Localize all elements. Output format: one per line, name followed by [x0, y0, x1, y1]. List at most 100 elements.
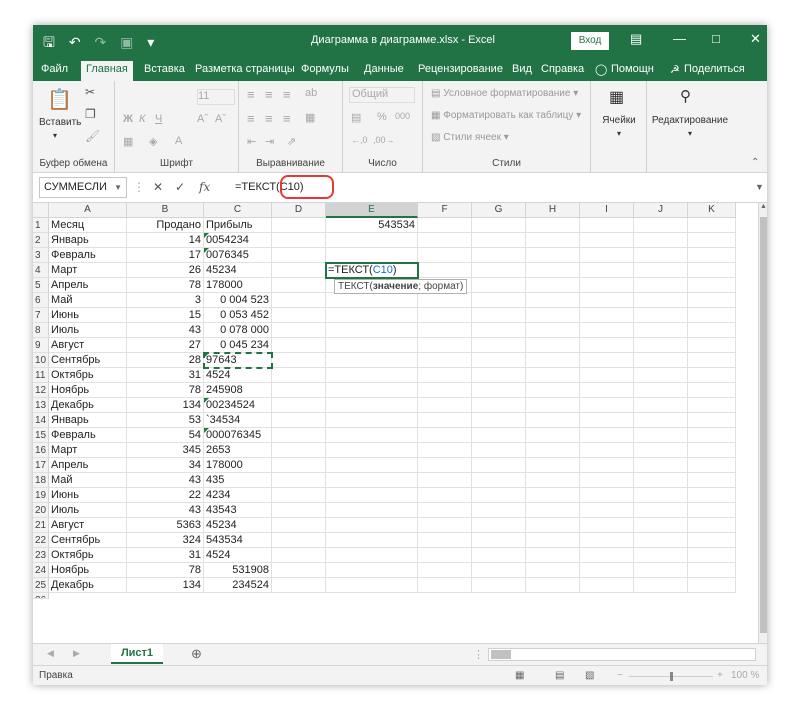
cell[interactable]	[272, 338, 326, 353]
cell[interactable]	[634, 248, 688, 263]
cell[interactable]: 4524	[204, 368, 272, 383]
row-header[interactable]: 5	[33, 278, 49, 293]
column-header-c[interactable]: C	[204, 203, 272, 218]
cell[interactable]: 4234	[204, 488, 272, 503]
cell[interactable]	[634, 563, 688, 578]
cell[interactable]	[418, 233, 472, 248]
cell[interactable]	[272, 458, 326, 473]
underline-icon[interactable]: Ч	[155, 113, 162, 125]
zoom-level[interactable]: 100 %	[731, 666, 759, 685]
cell[interactable]	[472, 293, 526, 308]
cell[interactable]	[272, 233, 326, 248]
cell[interactable]	[472, 428, 526, 443]
cell[interactable]	[580, 533, 634, 548]
indent-decrease-icon[interactable]: ⇤	[247, 135, 256, 148]
conditional-formatting-button[interactable]: ▤ Условное форматирование ▾	[431, 88, 578, 99]
cell[interactable]: 345	[127, 443, 204, 458]
cell[interactable]	[580, 218, 634, 233]
cell[interactable]	[272, 248, 326, 263]
cell[interactable]	[272, 503, 326, 518]
ribbon-display-icon[interactable]: ▤	[630, 31, 642, 47]
thousands-icon[interactable]: 000	[395, 111, 410, 121]
cell[interactable]	[526, 533, 580, 548]
cell[interactable]	[580, 338, 634, 353]
cell[interactable]: Май	[49, 473, 127, 488]
redo-icon[interactable]: ↷	[94, 34, 106, 50]
cell[interactable]: Октябрь	[49, 368, 127, 383]
cell[interactable]: 45234	[204, 263, 272, 278]
cells-icon[interactable]: ▦	[609, 87, 624, 107]
indent-increase-icon[interactable]: ⇥	[265, 135, 274, 148]
cell[interactable]	[326, 323, 418, 338]
cell[interactable]: 324	[127, 533, 204, 548]
cell[interactable]: 34	[127, 458, 204, 473]
cell[interactable]	[634, 428, 688, 443]
cell[interactable]	[418, 398, 472, 413]
tab-help[interactable]: Справка	[541, 63, 584, 75]
collapse-ribbon-icon[interactable]: ⌃	[751, 157, 759, 168]
cell[interactable]: 000076345	[204, 428, 272, 443]
zoom-out-icon[interactable]: −	[617, 666, 623, 685]
cell[interactable]: 22	[127, 488, 204, 503]
cell[interactable]	[418, 293, 472, 308]
cancel-icon[interactable]: ✕	[153, 180, 163, 194]
cell[interactable]: 43	[127, 503, 204, 518]
column-header-i[interactable]: I	[580, 203, 634, 218]
row-header[interactable]: 11	[33, 368, 49, 383]
cell[interactable]	[326, 428, 418, 443]
zoom-in-icon[interactable]: +	[717, 666, 723, 685]
cell[interactable]	[634, 233, 688, 248]
format-as-table-button[interactable]: ▦ Форматировать как таблицу ▾	[431, 110, 581, 121]
cell[interactable]: 17	[127, 248, 204, 263]
cell[interactable]	[418, 533, 472, 548]
page-break-icon[interactable]: ▧	[585, 666, 594, 685]
cell[interactable]	[326, 563, 418, 578]
cell[interactable]	[688, 368, 736, 383]
active-cell-e4[interactable]: =ТЕКСТ(C10)	[325, 262, 419, 279]
tab-insert[interactable]: Вставка	[144, 63, 185, 75]
increase-font-icon[interactable]: Aˆ	[197, 113, 208, 125]
cell[interactable]: Август	[49, 338, 127, 353]
sheet-tab[interactable]: Лист1	[111, 644, 163, 664]
column-header-e[interactable]: E	[326, 203, 418, 218]
cell[interactable]	[418, 383, 472, 398]
cell[interactable]	[326, 578, 418, 593]
cell[interactable]	[634, 353, 688, 368]
cell[interactable]	[418, 578, 472, 593]
column-header-d[interactable]: D	[272, 203, 326, 218]
cell[interactable]: 45234	[204, 518, 272, 533]
cell[interactable]: Май	[49, 293, 127, 308]
row-header[interactable]: 6	[33, 293, 49, 308]
cell[interactable]	[634, 368, 688, 383]
name-box[interactable]: СУММЕСЛИ ▼	[39, 177, 127, 198]
cell[interactable]	[418, 308, 472, 323]
cell[interactable]	[526, 248, 580, 263]
row-header[interactable]: 24	[33, 563, 49, 578]
row-header[interactable]: 1	[33, 218, 49, 233]
cell[interactable]	[634, 398, 688, 413]
cell[interactable]: Март	[49, 263, 127, 278]
cell[interactable]	[688, 308, 736, 323]
cell[interactable]	[688, 353, 736, 368]
cell[interactable]	[634, 458, 688, 473]
tab-page-layout[interactable]: Разметка страницы	[195, 63, 295, 75]
cell[interactable]	[634, 278, 688, 293]
cell[interactable]	[580, 548, 634, 563]
cell[interactable]	[326, 503, 418, 518]
row-header[interactable]: 10	[33, 353, 49, 368]
column-header-j[interactable]: J	[634, 203, 688, 218]
row-header[interactable]: 4	[33, 263, 49, 278]
row-header[interactable]: 2	[33, 233, 49, 248]
cell[interactable]	[272, 323, 326, 338]
cell[interactable]: Апрель	[49, 278, 127, 293]
cell[interactable]	[326, 338, 418, 353]
row-header[interactable]: 26	[33, 593, 49, 599]
row-header[interactable]: 12	[33, 383, 49, 398]
paste-dropdown-icon[interactable]: ▾	[53, 131, 57, 140]
cell[interactable]: 245908	[204, 383, 272, 398]
format-painter-icon[interactable]: 🖌	[85, 129, 100, 143]
cells-button[interactable]: Ячейки	[591, 115, 647, 126]
cut-icon[interactable]: ✂	[85, 85, 95, 99]
wrap-text-icon[interactable]: ab	[305, 87, 317, 99]
cell[interactable]	[580, 248, 634, 263]
